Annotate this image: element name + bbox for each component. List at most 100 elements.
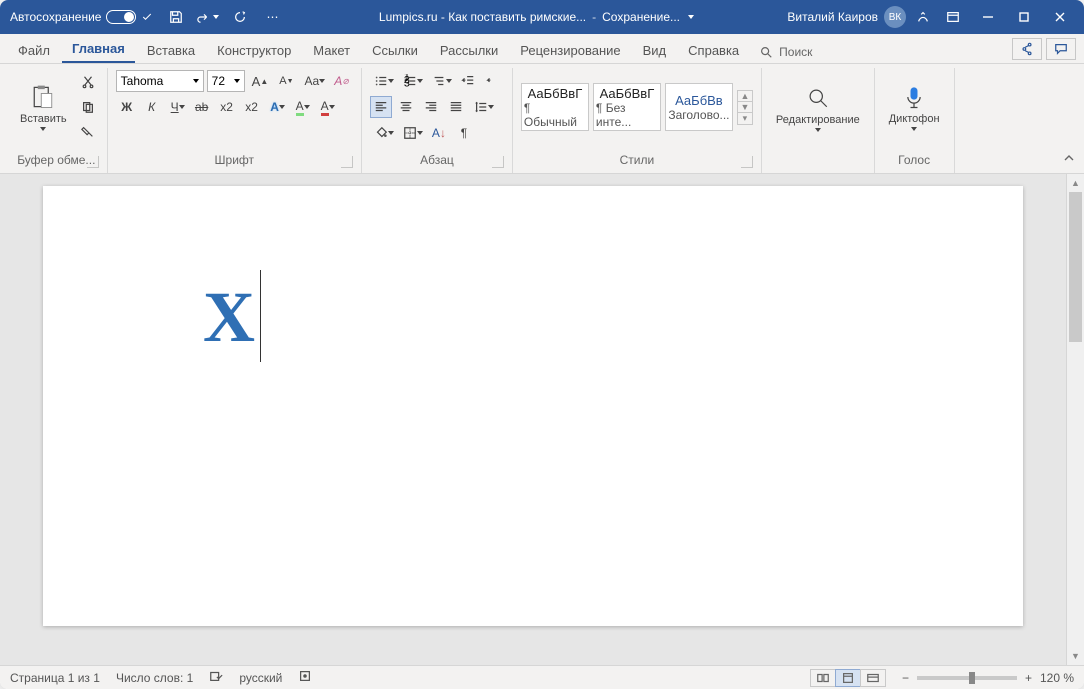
web-layout-icon [866, 672, 880, 684]
subscript-button[interactable]: x2 [216, 96, 238, 118]
align-center-icon [399, 100, 413, 114]
tab-references[interactable]: Ссылки [362, 37, 428, 63]
spacing-icon [474, 100, 488, 114]
document-area: X ▲ ▼ [0, 174, 1084, 665]
autosave-label: Автосохранение [10, 10, 101, 24]
align-left-button[interactable] [370, 96, 392, 118]
macro-status[interactable] [298, 669, 312, 686]
coming-soon-icon[interactable] [910, 4, 936, 30]
align-center-button[interactable] [395, 96, 417, 118]
view-web[interactable] [860, 669, 886, 687]
dialog-launcher[interactable] [341, 156, 353, 168]
share-button[interactable] [1012, 38, 1042, 60]
user-block[interactable]: Виталий Каиров ВК [787, 6, 906, 28]
grow-font-button[interactable]: A▲ [248, 70, 273, 92]
tab-review[interactable]: Рецензирование [510, 37, 630, 63]
shrink-font-button[interactable]: A▼ [275, 70, 297, 92]
view-print[interactable] [835, 669, 861, 687]
multilevel-button[interactable] [428, 70, 454, 92]
document-scroll[interactable]: X [0, 174, 1066, 665]
borders-button[interactable] [399, 122, 425, 144]
vertical-scrollbar[interactable]: ▲ ▼ [1066, 174, 1084, 665]
style-normal[interactable]: АаБбВвГ¶ Обычный [521, 83, 589, 131]
indent-dec-button[interactable] [457, 70, 479, 92]
language-status[interactable]: русский [239, 671, 282, 685]
search-icon [759, 45, 773, 59]
scroll-thumb[interactable] [1069, 192, 1082, 342]
shading-button[interactable] [370, 122, 396, 144]
numbering-button[interactable]: 123 [399, 70, 425, 92]
highlight-button[interactable]: A [291, 96, 313, 118]
group-editing: Редактирование . [762, 68, 875, 173]
editing-button[interactable]: Редактирование [770, 82, 866, 134]
page-status[interactable]: Страница 1 из 1 [10, 671, 100, 685]
save-button[interactable] [163, 4, 189, 30]
tab-mailings[interactable]: Рассылки [430, 37, 508, 63]
bold-button[interactable]: Ж [116, 96, 138, 118]
font-color-button[interactable]: A [316, 96, 338, 118]
justify-button[interactable] [445, 96, 467, 118]
italic-button[interactable]: К [141, 96, 163, 118]
bullets-button[interactable] [370, 70, 396, 92]
toggle-switch[interactable] [106, 10, 136, 24]
ribbon-mode-button[interactable] [940, 4, 966, 30]
zoom-level[interactable]: 120 % [1040, 671, 1074, 685]
font-size-combo[interactable]: 72 [207, 70, 245, 92]
zoom-out[interactable]: − [902, 671, 909, 685]
align-right-button[interactable] [420, 96, 442, 118]
tab-view[interactable]: Вид [633, 37, 677, 63]
indent-inc-button[interactable] [482, 70, 504, 92]
tab-insert[interactable]: Вставка [137, 37, 205, 63]
underline-button[interactable]: Ч [166, 96, 188, 118]
text-effects-button[interactable]: A [266, 96, 288, 118]
view-read[interactable] [810, 669, 836, 687]
search-icon [804, 84, 832, 112]
collapse-ribbon-button[interactable] [1060, 149, 1078, 167]
line-spacing-button[interactable] [470, 96, 496, 118]
style-heading1[interactable]: АаБбВвЗаголово... [665, 83, 733, 131]
tab-file[interactable]: Файл [8, 37, 60, 63]
zoom-in[interactable]: + [1025, 671, 1032, 685]
tab-help[interactable]: Справка [678, 37, 749, 63]
dialog-launcher[interactable] [87, 156, 99, 168]
copy-button[interactable] [77, 96, 99, 118]
print-layout-icon [841, 672, 855, 684]
comments-button[interactable] [1046, 38, 1076, 60]
style-no-spacing[interactable]: АаБбВвГ¶ Без инте... [593, 83, 661, 131]
paste-button[interactable]: Вставить [14, 81, 73, 133]
sort-button[interactable]: A↓ [428, 122, 450, 144]
svg-text:3: 3 [404, 77, 410, 88]
search-label: Поиск [779, 45, 812, 59]
undo-button[interactable] [195, 4, 221, 30]
strike-button[interactable]: ab [191, 96, 213, 118]
change-case-button[interactable]: Aa [301, 70, 328, 92]
tab-layout[interactable]: Макет [303, 37, 360, 63]
show-marks-button[interactable]: ¶ [453, 122, 475, 144]
styles-gallery-scroll[interactable]: ▲▼▾ [737, 90, 753, 124]
qat-more[interactable]: ⋯ [259, 4, 285, 30]
dictate-button[interactable]: Диктофон [883, 81, 946, 133]
close-button[interactable] [1042, 2, 1078, 32]
redo-button[interactable] [227, 4, 253, 30]
scroll-up[interactable]: ▲ [1067, 174, 1084, 192]
page[interactable]: X [43, 186, 1023, 626]
tab-design[interactable]: Конструктор [207, 37, 301, 63]
mic-icon [900, 83, 928, 111]
format-painter-button[interactable] [77, 121, 99, 143]
minimize-button[interactable] [970, 2, 1006, 32]
word-count[interactable]: Число слов: 1 [116, 671, 193, 685]
search-button[interactable]: Поиск [751, 41, 820, 63]
spellcheck-status[interactable] [209, 669, 223, 686]
avatar: ВК [884, 6, 906, 28]
dialog-launcher[interactable] [741, 156, 753, 168]
dialog-launcher[interactable] [492, 156, 504, 168]
cut-button[interactable] [77, 71, 99, 93]
tab-home[interactable]: Главная [62, 35, 135, 63]
maximize-button[interactable] [1006, 2, 1042, 32]
zoom-slider[interactable] [917, 676, 1017, 680]
font-name-combo[interactable]: Tahoma [116, 70, 204, 92]
autosave-toggle[interactable]: Автосохранение [6, 10, 157, 24]
scroll-down[interactable]: ▼ [1067, 647, 1084, 665]
superscript-button[interactable]: x2 [241, 96, 263, 118]
clear-format-button[interactable]: A⊘ [330, 70, 353, 92]
